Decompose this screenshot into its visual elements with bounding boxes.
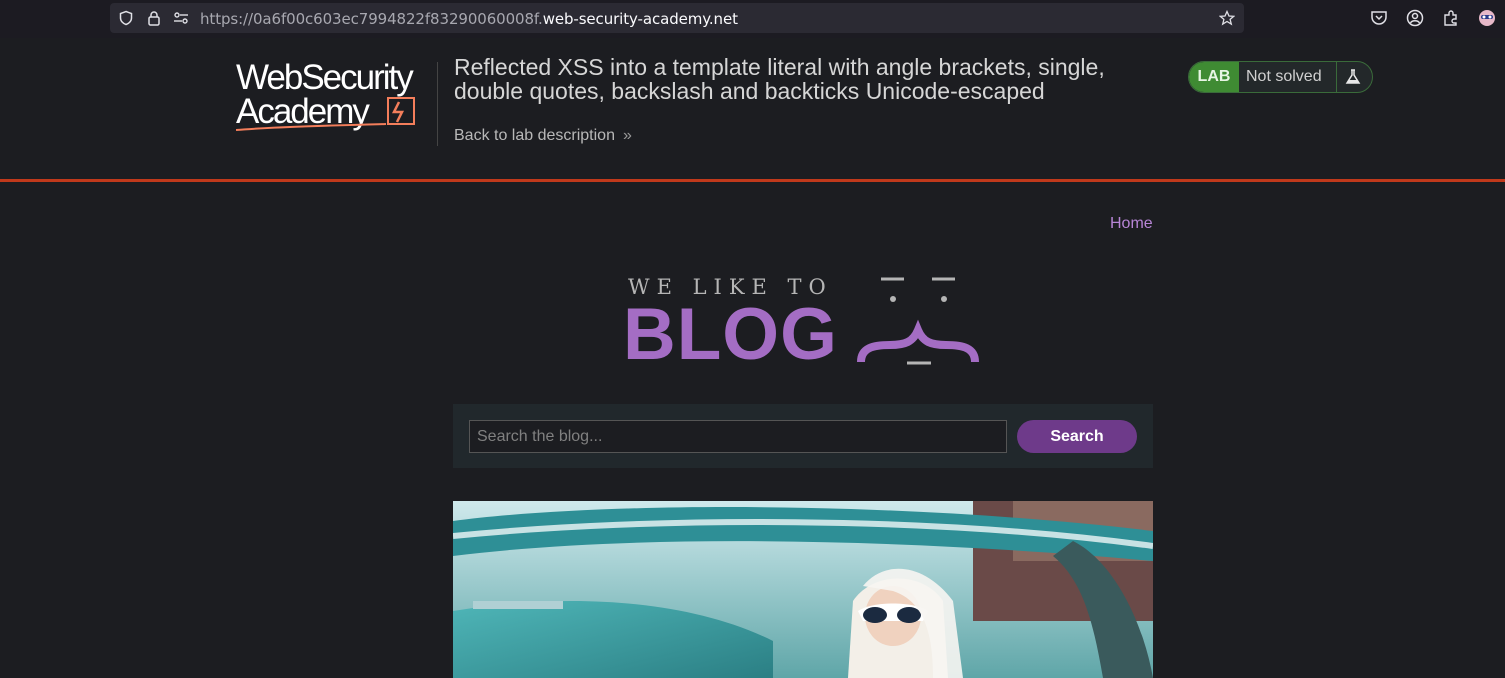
logo-bolt-icon (236, 97, 415, 131)
logo-line-1: WebSecurity (236, 58, 414, 97)
lock-icon[interactable] (146, 10, 162, 26)
back-to-lab-description-link[interactable]: Back to lab description » (454, 127, 632, 145)
lab-badge: LAB (1189, 62, 1239, 92)
account-icon[interactable] (1406, 9, 1424, 27)
browser-toolbar: https://0a6f00c603ec7994822f83290060008f… (0, 0, 1505, 38)
blog-search-input[interactable] (469, 420, 1007, 453)
back-link-label: Back to lab description (454, 127, 615, 144)
address-bar[interactable]: https://0a6f00c603ec7994822f83290060008f… (110, 3, 1244, 33)
status-separator (1336, 62, 1337, 92)
blog-brand: BLOG (623, 294, 838, 375)
double-chevron-right-icon: » (622, 127, 632, 144)
search-panel: Search (453, 404, 1153, 468)
profile-avatar-icon[interactable] (1478, 9, 1496, 27)
header-divider (437, 62, 438, 146)
pocket-icon[interactable] (1370, 9, 1388, 27)
lab-title: Reflected XSS into a template literal wi… (454, 54, 1105, 104)
search-button[interactable]: Search (1017, 420, 1137, 453)
bookmark-star-icon[interactable] (1219, 10, 1235, 26)
post-photo (453, 501, 1153, 678)
blog-post-image[interactable] (453, 501, 1153, 678)
blog-logo: WE LIKE TO BLOG (620, 270, 990, 375)
nav-home-link[interactable]: Home (1110, 215, 1153, 233)
flask-icon[interactable] (1344, 68, 1362, 86)
url-text[interactable]: https://0a6f00c603ec7994822f83290060008f… (200, 10, 738, 28)
blog-face-icon (857, 277, 979, 365)
lab-status-widget[interactable]: LAB Not solved (1188, 61, 1373, 93)
web-security-academy-logo[interactable]: WebSecurity Academy (236, 60, 436, 134)
lab-status-text: Not solved (1246, 68, 1322, 85)
site-permissions-icon[interactable] (173, 10, 189, 26)
lab-header: WebSecurity Academy Reflected XSS into a… (0, 38, 1505, 182)
shield-icon[interactable] (118, 10, 134, 26)
extensions-icon[interactable] (1442, 9, 1460, 27)
